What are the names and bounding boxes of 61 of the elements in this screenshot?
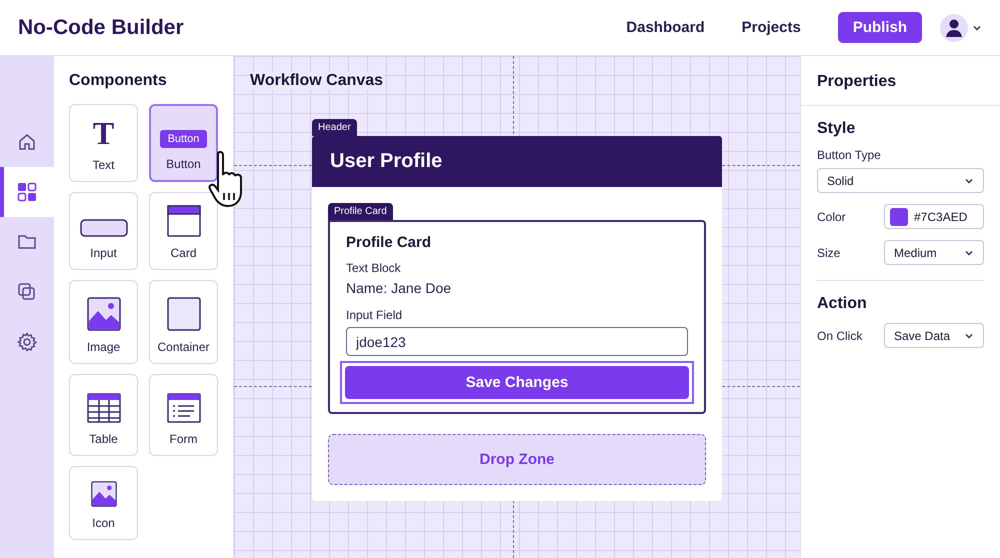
name-text: Name: Jane Doe: [346, 280, 452, 296]
component-label: Button: [166, 157, 201, 171]
publish-button[interactable]: Publish: [838, 12, 922, 43]
image-icon: [90, 481, 116, 507]
sidebar-item[interactable]: [0, 167, 54, 217]
panel-title: Components: [69, 72, 168, 90]
component-tile[interactable]: T Text: [69, 104, 138, 182]
header-title: User Profile: [312, 136, 722, 187]
component-label: Icon: [92, 516, 115, 530]
element-tag: Profile Card: [328, 203, 393, 220]
button-preview: Button: [160, 130, 208, 148]
component-label: Card: [170, 246, 196, 260]
app-title: No-Code Builder: [18, 16, 185, 40]
property-label: Button Type: [817, 148, 882, 162]
copy-icon: [17, 282, 37, 302]
settings-icon: [17, 332, 37, 352]
nav-link[interactable]: Projects: [742, 19, 801, 36]
component-tile[interactable]: Table: [69, 374, 138, 456]
component-label: Text: [92, 158, 114, 172]
select-dropdown[interactable]: Save Data: [884, 323, 984, 348]
avatar-icon: [940, 14, 968, 42]
grid-icon: [17, 182, 37, 202]
property-label: Color: [817, 210, 846, 224]
component-tile[interactable]: Form: [149, 374, 218, 456]
color-field[interactable]: #7C3AED: [884, 204, 984, 229]
drop-zone: Drop Zone: [328, 434, 706, 485]
image-icon: [86, 297, 120, 331]
field-label: Input Field: [346, 308, 404, 322]
property-label: On Click: [817, 328, 862, 342]
section-title: Action: [817, 295, 868, 313]
component-label: Container: [157, 340, 210, 354]
save-button[interactable]: Save Changes: [345, 366, 689, 399]
text-glyph: T: [92, 117, 114, 149]
component-tile[interactable]: Image: [69, 280, 138, 364]
component-label: Form: [170, 432, 198, 446]
input-field[interactable]: jdoe123: [346, 327, 688, 356]
component-tile[interactable]: Icon: [69, 466, 138, 540]
component-label: Input: [90, 246, 117, 260]
select-dropdown[interactable]: Medium: [884, 240, 984, 265]
component-tile[interactable]: Input: [69, 192, 138, 270]
component-tile[interactable]: Container: [149, 280, 218, 364]
component-label: Image: [86, 340, 120, 354]
card-icon: [166, 205, 200, 237]
canvas-title: Workflow Canvas: [250, 72, 384, 90]
element-tag: Header: [312, 119, 357, 136]
component-tile[interactable]: Button Button: [149, 104, 218, 182]
card-title: Profile Card: [346, 234, 432, 251]
component-label: Table: [89, 432, 118, 446]
component-tile[interactable]: Card: [149, 192, 218, 270]
panel-title: Properties: [801, 56, 1000, 106]
account-menu[interactable]: [940, 14, 982, 42]
square-icon: [166, 297, 200, 331]
property-label: Size: [817, 246, 840, 260]
select-dropdown[interactable]: Solid: [817, 168, 984, 193]
table-icon: [86, 393, 120, 423]
section-title: Style: [817, 120, 856, 138]
input-icon: [80, 219, 128, 237]
form-icon: [166, 393, 200, 423]
field-label: Text Block: [346, 261, 402, 275]
home-icon: [17, 132, 37, 152]
nav-link[interactable]: Dashboard: [626, 19, 705, 36]
